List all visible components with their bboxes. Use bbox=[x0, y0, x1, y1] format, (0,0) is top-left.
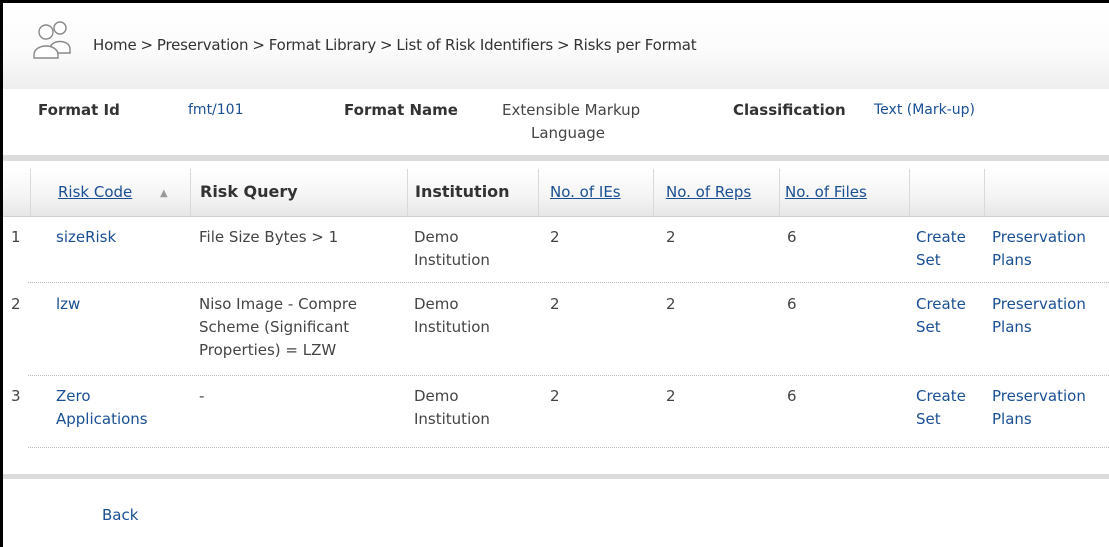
users-icon bbox=[33, 21, 71, 59]
breadcrumb-separator: > bbox=[252, 36, 265, 54]
preservation-plans-link[interactable]: Plans bbox=[992, 249, 1032, 272]
format-name-label: Format Name bbox=[344, 101, 458, 119]
risk-code-link[interactable]: lzw bbox=[56, 293, 80, 316]
preservation-plans-link[interactable]: Preservation bbox=[992, 293, 1086, 316]
row-index: 1 bbox=[11, 228, 21, 246]
reps-count: 2 bbox=[666, 228, 676, 246]
institution-text: Demo bbox=[414, 228, 459, 246]
preservation-plans-link[interactable]: Preservation bbox=[992, 385, 1086, 408]
breadcrumb-separator: > bbox=[140, 36, 154, 54]
breadcrumb-home[interactable]: Home bbox=[93, 36, 137, 54]
risk-query-text: Niso Image - Compre bbox=[199, 295, 357, 313]
header-risk-query: Risk Query bbox=[190, 169, 407, 216]
header-num-files[interactable]: No. of Files bbox=[779, 169, 909, 216]
files-count: 6 bbox=[787, 295, 797, 313]
institution-text: Institution bbox=[414, 410, 490, 428]
preservation-plans-link[interactable]: Plans bbox=[992, 408, 1032, 431]
header-actions-plans bbox=[984, 169, 1109, 216]
header-num-files-label[interactable]: No. of Files bbox=[785, 183, 867, 201]
create-set-link[interactable]: Set bbox=[916, 249, 941, 272]
header-risk-code-label[interactable]: Risk Code bbox=[58, 183, 132, 201]
format-name-value-line2: Language bbox=[530, 124, 606, 142]
risk-query-text: Scheme (Significant bbox=[199, 318, 350, 336]
create-set-link[interactable]: Set bbox=[916, 316, 941, 339]
risk-code-link[interactable]: Zero bbox=[56, 385, 91, 408]
risk-query-text: File Size Bytes > 1 bbox=[199, 228, 339, 246]
preservation-plans-link[interactable]: Plans bbox=[992, 316, 1032, 339]
risk-query-text: - bbox=[199, 387, 205, 405]
header-risk-code[interactable]: Risk Code ▲ bbox=[30, 169, 190, 216]
breadcrumb: Home > Preservation > Format Library > List of… bbox=[93, 36, 697, 54]
format-name-value-line1: Extensible Markup bbox=[502, 101, 641, 119]
preservation-plans-link[interactable]: Preservation bbox=[992, 226, 1086, 249]
institution-text: Demo bbox=[414, 295, 459, 313]
create-set-link[interactable]: Create bbox=[916, 293, 966, 316]
format-id-value: fmt/101 bbox=[188, 102, 244, 118]
breadcrumb-risk-identifiers[interactable]: List of Risk Identifiers bbox=[396, 36, 553, 54]
institution-text: Demo bbox=[414, 387, 459, 405]
breadcrumb-bar: Home > Preservation > Format Library > List of… bbox=[3, 3, 1109, 89]
institution-text: Institution bbox=[414, 318, 490, 336]
breadcrumb-separator: > bbox=[380, 36, 393, 54]
create-set-link[interactable]: Create bbox=[916, 226, 966, 249]
back-link[interactable]: Back bbox=[102, 506, 138, 524]
reps-count: 2 bbox=[666, 295, 676, 313]
header-num-reps[interactable]: No. of Reps bbox=[653, 169, 779, 216]
header-num-ies[interactable]: No. of IEs bbox=[538, 169, 653, 216]
classification-label: Classification bbox=[733, 101, 846, 119]
institution-text: Institution bbox=[414, 251, 490, 269]
table-footer-divider bbox=[3, 474, 1109, 479]
header-num-ies-label[interactable]: No. of IEs bbox=[550, 183, 621, 201]
row-divider bbox=[28, 375, 1109, 376]
row-divider bbox=[28, 282, 1109, 283]
breadcrumb-preservation[interactable]: Preservation bbox=[157, 36, 249, 54]
header-actions-create bbox=[909, 169, 984, 216]
header-risk-query-label: Risk Query bbox=[200, 182, 298, 201]
ies-count: 2 bbox=[550, 295, 560, 313]
table-header: Risk Code ▲ Risk Query Institution No. o… bbox=[3, 169, 1109, 217]
breadcrumb-separator: > bbox=[557, 36, 570, 54]
row-index: 2 bbox=[11, 295, 21, 313]
create-set-link[interactable]: Set bbox=[916, 408, 941, 431]
sort-ascending-icon[interactable]: ▲ bbox=[160, 188, 168, 199]
header-institution-label: Institution bbox=[415, 182, 510, 201]
row-index: 3 bbox=[11, 387, 21, 405]
create-set-link[interactable]: Create bbox=[916, 385, 966, 408]
ies-count: 2 bbox=[550, 228, 560, 246]
files-count: 6 bbox=[787, 387, 797, 405]
breadcrumb-format-library[interactable]: Format Library bbox=[269, 36, 376, 54]
risk-query-text: Properties) = LZW bbox=[199, 341, 337, 359]
format-id-label: Format Id bbox=[38, 101, 120, 119]
header-num-reps-label[interactable]: No. of Reps bbox=[666, 183, 751, 201]
risk-code-link[interactable]: Applications bbox=[56, 408, 148, 431]
section-divider bbox=[3, 155, 1109, 161]
ies-count: 2 bbox=[550, 387, 560, 405]
row-divider bbox=[28, 447, 1109, 448]
risk-code-link[interactable]: sizeRisk bbox=[56, 226, 116, 249]
classification-value: Text (Mark-up) bbox=[874, 102, 976, 118]
breadcrumb-current: Risks per Format bbox=[573, 36, 697, 54]
files-count: 6 bbox=[787, 228, 797, 246]
reps-count: 2 bbox=[666, 387, 676, 405]
header-institution: Institution bbox=[407, 169, 538, 216]
